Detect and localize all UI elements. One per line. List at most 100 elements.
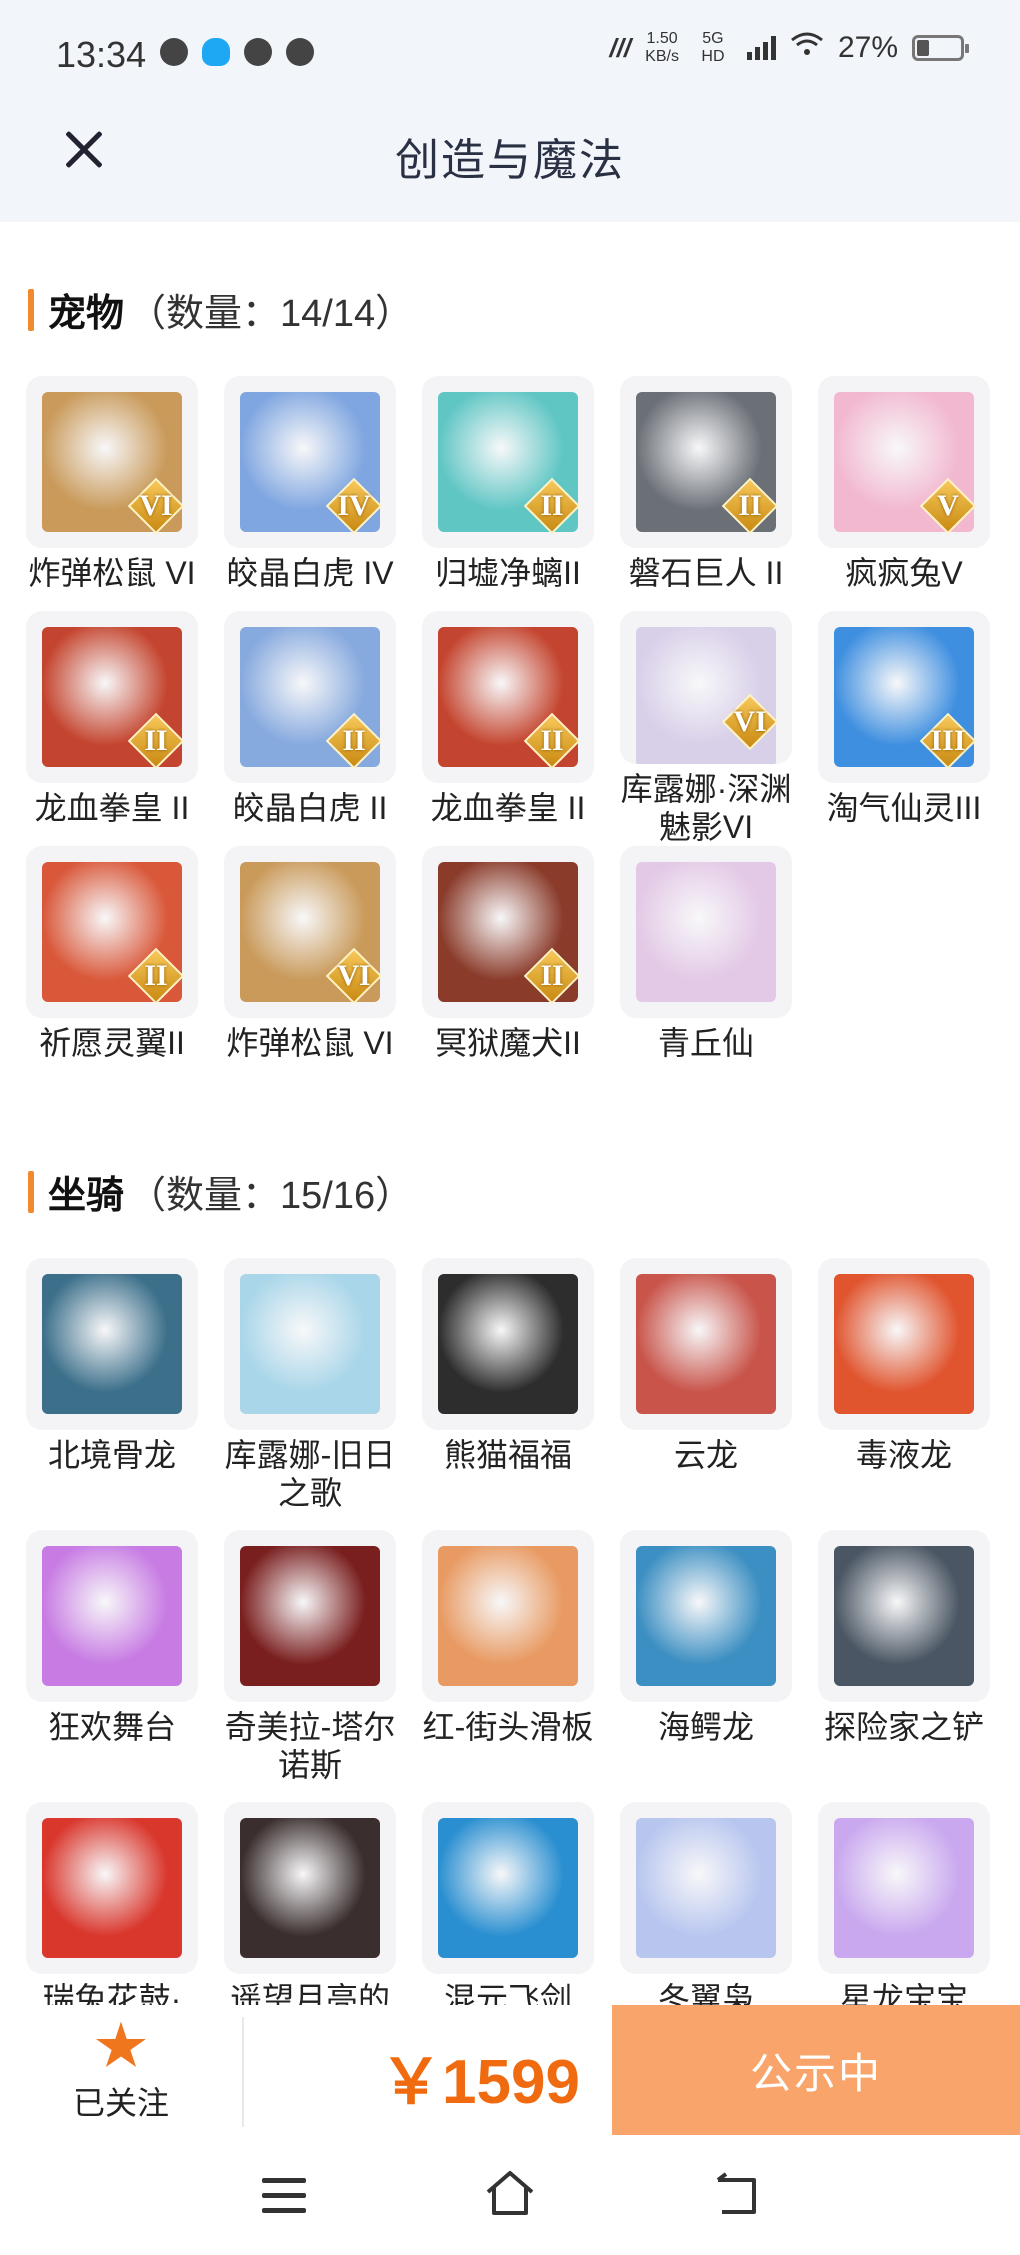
pet-item[interactable]: IV 皎晶白虎 IV: [224, 376, 396, 611]
item-label: 炸弹松鼠 VI: [226, 1025, 394, 1061]
pets-section-count: （数量：14/14）: [128, 293, 414, 335]
item-thumbnail: II: [26, 846, 198, 1018]
mount-item[interactable]: 海鳄龙: [620, 1530, 792, 1802]
status-time: 13:34: [56, 34, 147, 75]
item-thumbnail: [620, 1802, 792, 1974]
item-label: 皎晶白虎 IV: [226, 555, 394, 591]
battery-percent: 27%: [837, 31, 898, 64]
level-badge: VI: [325, 947, 383, 1005]
mounts-grid: 北境骨龙 库露娜-旧日之歌 熊猫福福 云龙 毒液龙狂欢舞台 奇美拉-塔尔诺斯 红-街头滑板 海…: [26, 1258, 1006, 2074]
pet-item[interactable]: VI 炸弹松鼠 VI: [26, 376, 198, 611]
qq-icon: [202, 38, 230, 66]
item-thumbnail: II: [224, 611, 396, 783]
follow-button[interactable]: 已关注: [0, 2005, 242, 2140]
section-accent-bar: [28, 288, 34, 331]
item-label: 红-街头滑板: [422, 1709, 594, 1745]
level-badge: II: [127, 712, 185, 770]
snow-owl-icon: [636, 1818, 776, 1958]
fox-fairy-icon: [636, 862, 776, 1002]
net-speed-value: 1.50: [646, 30, 678, 47]
item-thumbnail: [818, 1258, 990, 1430]
level-badge-text: II: [738, 489, 762, 522]
level-badge-text: VI: [733, 705, 767, 738]
pet-item[interactable]: II 祈愿灵翼II: [26, 846, 198, 1081]
item-thumbnail: [620, 846, 792, 1018]
item-thumbnail: IV: [224, 376, 396, 548]
home-icon[interactable]: [484, 2168, 536, 2218]
item-thumbnail: VI: [26, 376, 198, 548]
mount-item[interactable]: 毒液龙: [818, 1258, 990, 1530]
pet-item[interactable]: VI 炸弹松鼠 VI: [224, 846, 396, 1081]
mounts-section-header: 坐骑 （数量：15/16）: [28, 1164, 413, 1219]
mount-item[interactable]: 探险家之铲: [818, 1530, 990, 1802]
flying-sword-icon: [438, 1818, 578, 1958]
venom-dragon-icon: [834, 1274, 974, 1414]
item-label: 狂欢舞台: [47, 1709, 176, 1745]
item-thumbnail: [224, 1802, 396, 1974]
panda-icon: [438, 1274, 578, 1414]
item-thumbnail: [224, 1530, 396, 1702]
mount-item[interactable]: 北境骨龙: [26, 1258, 198, 1530]
back-icon[interactable]: [714, 2172, 760, 2218]
item-thumbnail: II: [620, 376, 792, 548]
pet-item[interactable]: II 皎晶白虎 II: [224, 611, 396, 846]
mounts-section-title: 坐骑: [48, 1175, 125, 1217]
skateboard-icon: [438, 1546, 578, 1686]
mount-item[interactable]: 奇美拉-塔尔诺斯: [224, 1530, 396, 1802]
pet-item[interactable]: II 龙血拳皇 II: [26, 611, 198, 846]
pets-section-title: 宠物: [48, 293, 125, 335]
pet-item[interactable]: V 疯疯兔V: [818, 376, 990, 611]
item-thumbnail: II: [422, 611, 594, 783]
level-badge-text: II: [342, 724, 366, 757]
level-badge-text: V: [937, 489, 959, 522]
item-thumbnail: VI: [224, 846, 396, 1018]
page-title: 创造与魔法: [395, 136, 625, 185]
mount-item[interactable]: 红-街头滑板: [422, 1530, 594, 1802]
pet-item[interactable]: II 磐石巨人 II: [620, 376, 792, 611]
level-badge: III: [919, 712, 977, 770]
mount-item[interactable]: 库露娜-旧日之歌: [224, 1258, 396, 1530]
level-badge: II: [523, 477, 581, 535]
item-thumbnail: [26, 1258, 198, 1430]
status-right: /// 1.50 KB/s 5G HD 27%: [609, 30, 969, 66]
rabbit-drum-icon: [42, 1818, 182, 1958]
item-thumbnail: [422, 1258, 594, 1430]
pet-item[interactable]: 青丘仙: [620, 846, 792, 1081]
item-thumbnail: [818, 1530, 990, 1702]
battery-icon: [912, 35, 969, 61]
item-label: 龙血拳皇 II: [430, 790, 586, 826]
pet-item[interactable]: III 淘气仙灵III: [818, 611, 990, 846]
dance-stage-icon: [42, 1546, 182, 1686]
app-icon: [286, 38, 314, 66]
level-badge: VI: [127, 477, 185, 535]
mount-item[interactable]: 狂欢舞台: [26, 1530, 198, 1802]
status-button[interactable]: 公示中: [612, 2005, 1020, 2135]
cell-signal-icon: [746, 36, 776, 60]
star-icon: [96, 2021, 146, 2067]
pet-item[interactable]: II 冥狱魔犬II: [422, 846, 594, 1081]
level-badge-text: II: [540, 724, 564, 757]
item-label: 淘气仙灵III: [826, 790, 982, 826]
signal-icon: ///: [609, 32, 632, 63]
mounts-section-count: （数量：15/16）: [128, 1175, 414, 1217]
bottom-action-bar: 已关注 ￥1599 公示中: [0, 2005, 1020, 2140]
menu-icon[interactable]: [262, 2178, 306, 2214]
pet-item[interactable]: II 归墟净螭II: [422, 376, 594, 611]
item-label: 毒液龙: [855, 1437, 952, 1473]
level-badge-text: VI: [139, 489, 173, 522]
item-thumbnail: [26, 1530, 198, 1702]
star-dragon-baby-icon: [834, 1818, 974, 1958]
pig-icon: [240, 1818, 380, 1958]
pet-item[interactable]: II 龙血拳皇 II: [422, 611, 594, 846]
item-label: 库露娜·深渊魅影VI: [620, 771, 792, 845]
pet-item[interactable]: VI 库露娜·深渊魅影VI: [620, 611, 792, 846]
item-label: 冥狱魔犬II: [435, 1025, 581, 1061]
mount-item[interactable]: 云龙: [620, 1258, 792, 1530]
wechat-icon: [244, 38, 272, 66]
item-label: 奇美拉-塔尔诺斯: [224, 1709, 396, 1783]
item-thumbnail: [620, 1530, 792, 1702]
level-badge: VI: [721, 693, 779, 751]
kuluna-song-icon: [240, 1274, 380, 1414]
mount-item[interactable]: 熊猫福福: [422, 1258, 594, 1530]
item-label: 云龙: [673, 1437, 738, 1473]
